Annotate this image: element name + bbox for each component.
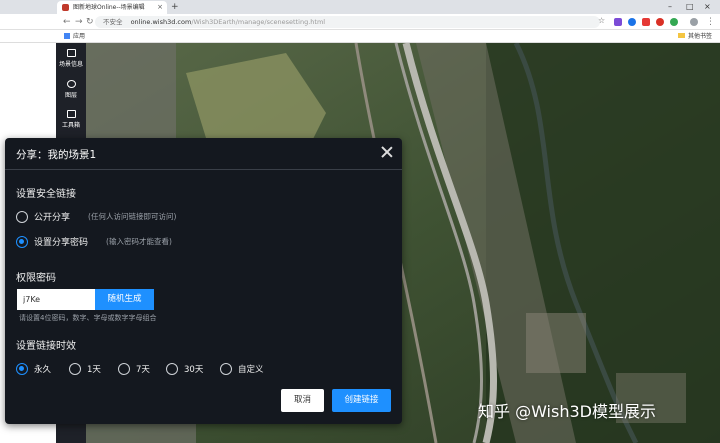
- expiry-option-1day[interactable]: 1天: [69, 363, 101, 375]
- option-password-share[interactable]: 设置分享密码 (输入密码才能查看): [16, 235, 172, 248]
- expiry-option-forever[interactable]: 永久: [16, 363, 51, 375]
- option-password-label: 设置分享密码: [34, 238, 89, 248]
- url-host: online.wish3d.com: [130, 18, 192, 26]
- watermark-text: 知乎 @Wish3D模型展示: [478, 402, 656, 421]
- radio-expiry[interactable]: [220, 363, 232, 375]
- extension-icon[interactable]: [656, 18, 664, 26]
- site-favicon-icon: [62, 4, 69, 11]
- back-icon[interactable]: ←: [63, 15, 71, 29]
- tab-close-icon[interactable]: ×: [157, 1, 163, 14]
- option-public-hint: (任何人访问链接即可访问): [88, 212, 177, 221]
- extension-icon[interactable]: [628, 18, 636, 26]
- nav-label: 工具箱: [61, 122, 80, 129]
- extension-icon[interactable]: [614, 18, 622, 26]
- other-bookmarks-label: 其他书签: [687, 33, 712, 40]
- option-password-hint: (输入密码才能查看): [106, 237, 172, 246]
- reload-icon[interactable]: ↻: [86, 15, 94, 29]
- nav-label: 图层: [64, 92, 77, 99]
- menu-dots-icon[interactable]: ⋮: [706, 15, 715, 29]
- expiry-label: 永久: [34, 365, 52, 375]
- maximize-icon[interactable]: □: [686, 0, 694, 14]
- generate-password-button[interactable]: 随机生成: [95, 289, 154, 310]
- nav-label: 场景信息: [58, 61, 83, 68]
- forward-icon[interactable]: →: [75, 15, 83, 29]
- radio-expiry[interactable]: [16, 363, 28, 375]
- option-public-share[interactable]: 公开分享 (任何人访问链接即可访问): [16, 210, 176, 223]
- browser-tab-bar: 图新地球Online--场景编辑 × + – □ ×: [0, 0, 720, 14]
- password-help-text: 请设置4位密码，数字、字母或数字字母组合: [19, 314, 157, 322]
- nav-scene-info[interactable]: 场景信息: [56, 49, 86, 68]
- password-title: 权限密码: [16, 273, 56, 284]
- scene-info-icon: [66, 49, 76, 57]
- new-tab-button[interactable]: +: [171, 0, 179, 14]
- nav-layers[interactable]: 图层: [56, 80, 86, 99]
- url-path: /Wish3DEarth/manage/scenesetting.html: [191, 18, 326, 26]
- close-icon[interactable]: [380, 145, 394, 159]
- nav-toolbox[interactable]: 工具箱: [56, 110, 86, 129]
- extension-icon[interactable]: [642, 18, 650, 26]
- dialog-header: 分享：我的场景1: [5, 138, 402, 170]
- apps-grid-icon: [64, 33, 70, 39]
- option-public-label: 公开分享: [34, 213, 71, 223]
- expiry-label: 1天: [87, 365, 101, 375]
- radio-public[interactable]: [16, 210, 28, 223]
- share-dialog: 分享：我的场景1 设置安全链接 公开分享 (任何人访问链接即可访问) 设置分享密码…: [5, 138, 402, 424]
- expiry-label: 7天: [136, 365, 150, 375]
- create-link-button[interactable]: 创建链接: [332, 389, 391, 412]
- layers-icon: [66, 80, 76, 88]
- bookmarks-bar: 应用 其他书签: [0, 30, 720, 43]
- radio-expiry[interactable]: [166, 363, 178, 375]
- tab-title: 图新地球Online--场景编辑: [73, 4, 145, 11]
- expiry-option-custom[interactable]: 自定义: [220, 363, 264, 375]
- browser-tab[interactable]: 图新地球Online--场景编辑 ×: [57, 1, 167, 14]
- insecure-label: 不安全: [103, 18, 123, 26]
- expiry-option-30days[interactable]: 30天: [166, 363, 203, 375]
- chrome-icon[interactable]: [670, 18, 678, 26]
- radio-password[interactable]: [16, 235, 28, 248]
- password-input[interactable]: [17, 289, 95, 310]
- browser-toolbar: ← → ↻ 不安全 online.wish3d.com/Wish3DEarth/…: [0, 14, 720, 30]
- expiry-title: 设置链接时效: [16, 341, 76, 352]
- expiry-label: 自定义: [238, 365, 264, 375]
- dialog-title: 分享：我的场景1: [16, 149, 97, 161]
- minimize-icon[interactable]: –: [668, 0, 672, 14]
- expiry-label: 30天: [184, 365, 204, 375]
- secure-link-title: 设置安全链接: [16, 189, 76, 200]
- expiry-option-7days[interactable]: 7天: [118, 363, 150, 375]
- address-bar[interactable]: 不安全 online.wish3d.com/Wish3DEarth/manage…: [95, 16, 600, 28]
- apps-label: 应用: [73, 33, 86, 40]
- profile-avatar-icon[interactable]: [690, 18, 698, 26]
- folder-icon: [677, 33, 685, 38]
- radio-expiry[interactable]: [118, 363, 130, 375]
- radio-expiry[interactable]: [69, 363, 81, 375]
- window-close-icon[interactable]: ×: [704, 0, 711, 14]
- other-bookmarks[interactable]: 其他书签: [677, 30, 712, 43]
- toolbox-icon: [66, 110, 76, 118]
- bookmark-star-icon[interactable]: ☆: [598, 16, 605, 25]
- cancel-button[interactable]: 取消: [281, 389, 324, 412]
- bookmarks-apps[interactable]: 应用: [64, 30, 85, 43]
